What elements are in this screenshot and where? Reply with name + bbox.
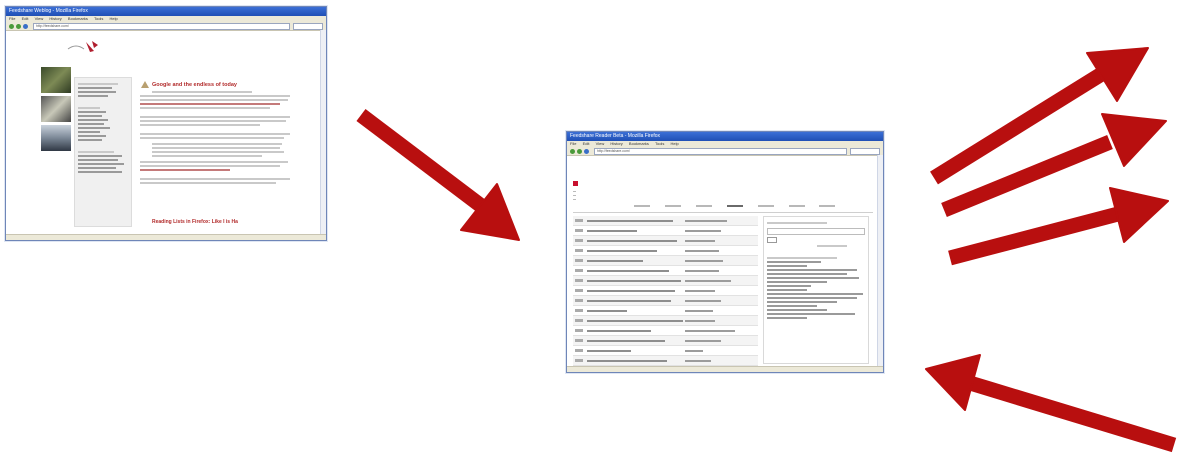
arrow-up-right bbox=[930, 47, 1149, 185]
arrow-up-left bbox=[925, 354, 1177, 453]
arrow-right-down bbox=[356, 109, 520, 241]
flow-arrows bbox=[356, 47, 1177, 453]
